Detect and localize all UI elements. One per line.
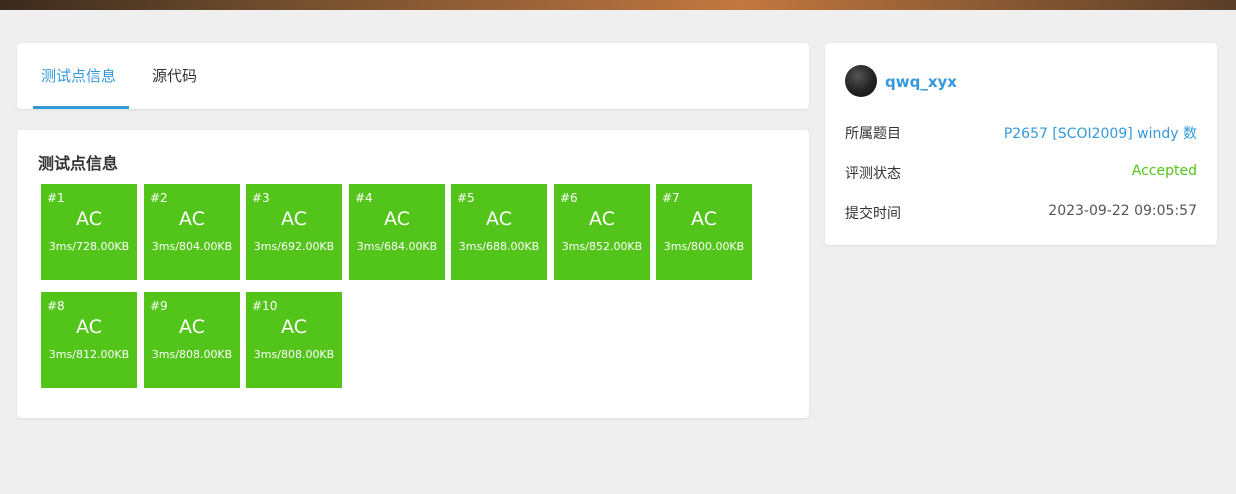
testcase-tile[interactable]: #10 AC 3ms/808.00KB bbox=[246, 292, 342, 388]
avatar[interactable] bbox=[845, 65, 877, 97]
testcase-tile[interactable]: #1 AC 3ms/728.00KB bbox=[41, 184, 137, 280]
testcase-card: 测试点信息 #1 AC 3ms/728.00KB #2 AC 3ms/804.00KB #3… bbox=[17, 130, 809, 418]
testcase-number: #7 bbox=[662, 191, 680, 205]
testcase-resource: 3ms/852.00KB bbox=[561, 240, 643, 253]
top-banner bbox=[0, 0, 1236, 10]
testcase-status: AC bbox=[691, 208, 717, 230]
testcase-number: #1 bbox=[47, 191, 65, 205]
problem-link[interactable]: P2657 [SCOI2009] windy 数 bbox=[1004, 123, 1197, 143]
testcase-status: AC bbox=[179, 208, 205, 230]
testcase-tile[interactable]: #8 AC 3ms/812.00KB bbox=[41, 292, 137, 388]
testcase-status: AC bbox=[281, 208, 307, 230]
testcase-status: AC bbox=[384, 208, 410, 230]
testcase-status: AC bbox=[281, 316, 307, 338]
submit-time-value: 2023-09-22 09:05:57 bbox=[1048, 203, 1197, 219]
testcase-tile[interactable]: #7 AC 3ms/800.00KB bbox=[656, 184, 752, 280]
submission-info-card: qwq_xyx 所属题目 P2657 [SCOI2009] windy 数 评测… bbox=[825, 43, 1217, 245]
username-link[interactable]: qwq_xyx bbox=[885, 73, 957, 91]
testcase-status: AC bbox=[486, 208, 512, 230]
testcase-resource: 3ms/812.00KB bbox=[48, 348, 130, 361]
testcase-tile[interactable]: #5 AC 3ms/688.00KB bbox=[451, 184, 547, 280]
tab-source-code[interactable]: 源代码 bbox=[144, 43, 205, 109]
testcase-status: AC bbox=[179, 316, 205, 338]
testcase-status: AC bbox=[589, 208, 615, 230]
testcase-resource: 3ms/800.00KB bbox=[663, 240, 745, 253]
testcase-resource: 3ms/692.00KB bbox=[253, 240, 335, 253]
testcase-number: #10 bbox=[252, 299, 278, 313]
status-row: 评测状态 Accepted bbox=[845, 163, 1197, 183]
tab-testcase-info[interactable]: 测试点信息 bbox=[33, 43, 129, 109]
testcase-number: #8 bbox=[47, 299, 65, 313]
status-label: 评测状态 bbox=[845, 166, 901, 182]
testcase-title: 测试点信息 bbox=[38, 154, 119, 173]
testcase-number: #9 bbox=[150, 299, 168, 313]
problem-row: 所属题目 P2657 [SCOI2009] windy 数 bbox=[845, 123, 1197, 143]
submit-time-label: 提交时间 bbox=[845, 206, 901, 222]
testcase-status: AC bbox=[76, 208, 102, 230]
testcase-resource: 3ms/804.00KB bbox=[151, 240, 233, 253]
testcase-resource: 3ms/808.00KB bbox=[253, 348, 335, 361]
testcase-number: #6 bbox=[560, 191, 578, 205]
tabs-card: 测试点信息 源代码 bbox=[17, 43, 809, 109]
testcase-resource: 3ms/808.00KB bbox=[151, 348, 233, 361]
testcase-tile[interactable]: #9 AC 3ms/808.00KB bbox=[144, 292, 240, 388]
testcase-resource: 3ms/684.00KB bbox=[356, 240, 438, 253]
testcase-tile[interactable]: #4 AC 3ms/684.00KB bbox=[349, 184, 445, 280]
testcase-resource: 3ms/728.00KB bbox=[48, 240, 130, 253]
testcase-number: #2 bbox=[150, 191, 168, 205]
problem-label: 所属题目 bbox=[845, 126, 901, 142]
testcase-tile[interactable]: #2 AC 3ms/804.00KB bbox=[144, 184, 240, 280]
testcase-number: #4 bbox=[355, 191, 373, 205]
testcase-resource: 3ms/688.00KB bbox=[458, 240, 540, 253]
testcase-number: #5 bbox=[457, 191, 475, 205]
testcase-tile[interactable]: #6 AC 3ms/852.00KB bbox=[554, 184, 650, 280]
testcase-status: AC bbox=[76, 316, 102, 338]
testcase-tile[interactable]: #3 AC 3ms/692.00KB bbox=[246, 184, 342, 280]
status-value: Accepted bbox=[1131, 163, 1197, 179]
submit-time-row: 提交时间 2023-09-22 09:05:57 bbox=[845, 203, 1197, 223]
testcase-number: #3 bbox=[252, 191, 270, 205]
